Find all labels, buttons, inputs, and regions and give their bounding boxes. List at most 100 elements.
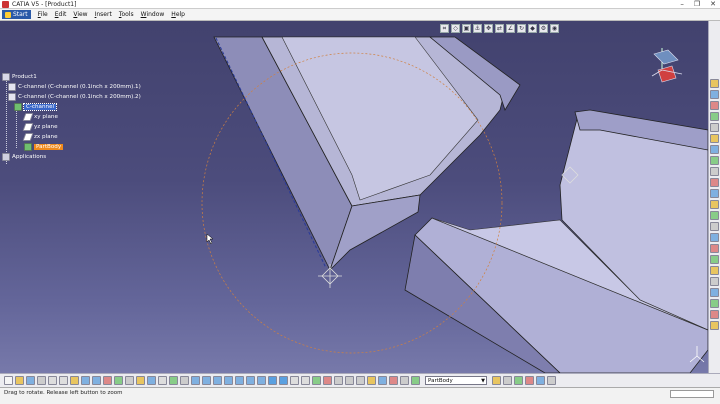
constraint-icon[interactable] [400, 376, 409, 385]
insert-body-icon[interactable] [411, 376, 420, 385]
tree-node-xy-plane[interactable]: xy plane [2, 112, 142, 122]
thick-surface-icon[interactable] [710, 222, 719, 231]
menu-tools[interactable]: Tools [119, 11, 134, 18]
tree-node-channel-1[interactable]: C-channel (C-channel (0.1inch x 200mm).1… [2, 82, 142, 92]
tree-node-partbody[interactable]: PartBody [2, 142, 142, 152]
fly-mode-icon[interactable] [191, 376, 200, 385]
menu-edit[interactable]: Edit [55, 11, 67, 18]
pad-icon[interactable] [710, 90, 719, 99]
scan-icon[interactable] [536, 376, 545, 385]
copy-icon[interactable] [59, 376, 68, 385]
menu-view[interactable]: View [73, 11, 87, 18]
rotate-icon[interactable] [224, 376, 233, 385]
split-icon[interactable] [710, 211, 719, 220]
render-tool-button[interactable]: ◉ [550, 24, 559, 33]
zoom-in-icon[interactable] [235, 376, 244, 385]
tree-node-channel-2[interactable]: C-channel (C-channel (0.1inch x 200mm).2… [2, 92, 142, 102]
whats-this-icon[interactable] [103, 376, 112, 385]
plane-tool-icon[interactable] [356, 376, 365, 385]
define-in-work-object-icon[interactable] [547, 376, 556, 385]
pocket-icon[interactable] [710, 101, 719, 110]
design-table-icon[interactable] [169, 376, 178, 385]
law-icon[interactable] [158, 376, 167, 385]
normal-view-icon[interactable] [257, 376, 266, 385]
knowledge-icon[interactable] [136, 376, 145, 385]
command-input[interactable] [670, 390, 714, 398]
tree-node-applications[interactable]: Applications [2, 152, 142, 162]
render-style-icon[interactable] [503, 376, 512, 385]
boolean-icon[interactable] [710, 233, 719, 242]
close-button[interactable]: ✕ [710, 0, 716, 9]
apply-material-tool-icon[interactable] [492, 376, 501, 385]
measure-inertia-icon[interactable] [378, 376, 387, 385]
shading-icon[interactable] [279, 376, 288, 385]
line-icon[interactable] [345, 376, 354, 385]
paste-icon[interactable] [70, 376, 79, 385]
swap-visible-space-icon[interactable] [301, 376, 310, 385]
settings-tool-button[interactable]: ⚙ [539, 24, 548, 33]
layer-icon[interactable] [514, 376, 523, 385]
scale-icon[interactable] [710, 200, 719, 209]
shaft-icon[interactable] [710, 112, 719, 121]
multi-section-icon[interactable] [710, 299, 719, 308]
graphic-properties-icon[interactable] [525, 376, 534, 385]
measure-icon[interactable] [367, 376, 376, 385]
formula-icon[interactable] [147, 376, 156, 385]
menu-help[interactable]: Help [171, 11, 185, 18]
rib-icon[interactable] [710, 266, 719, 275]
groove-icon[interactable] [710, 310, 719, 319]
slot-icon[interactable] [710, 277, 719, 286]
catalog-icon[interactable] [180, 376, 189, 385]
snap-tool-button[interactable]: ◇ [451, 24, 460, 33]
undo-icon[interactable] [81, 376, 90, 385]
hide-show-icon[interactable] [290, 376, 299, 385]
apply-material-icon[interactable] [710, 321, 719, 330]
tree-node-zx-plane[interactable]: zx plane [2, 132, 142, 142]
menu-file[interactable]: File [38, 11, 48, 18]
compass-icon[interactable] [648, 44, 688, 86]
menu-window[interactable]: Window [141, 11, 165, 18]
remove-icon[interactable] [710, 244, 719, 253]
update-tool-button[interactable]: ↻ [517, 24, 526, 33]
open-file-icon[interactable] [15, 376, 24, 385]
shell-icon[interactable] [710, 167, 719, 176]
fix-tool-button[interactable]: ⚓ [473, 24, 482, 33]
partbody-select[interactable]: PartBody ▼ [425, 376, 487, 385]
menu-start[interactable]: Start [2, 10, 31, 19]
fillet-icon[interactable] [710, 134, 719, 143]
print-icon[interactable] [37, 376, 46, 385]
angle-tool-button[interactable]: ∠ [506, 24, 515, 33]
pattern-icon[interactable] [710, 189, 719, 198]
redo-icon[interactable] [92, 376, 101, 385]
offset-tool-button[interactable]: ⇄ [495, 24, 504, 33]
chamfer-icon[interactable] [710, 145, 719, 154]
draft-icon[interactable] [710, 156, 719, 165]
sketch-icon[interactable] [710, 79, 719, 88]
tree-node-part[interactable]: C-channel [2, 102, 142, 112]
update-icon[interactable] [114, 376, 123, 385]
cut-icon[interactable] [48, 376, 57, 385]
macro-icon[interactable] [125, 376, 134, 385]
product-tool-button[interactable]: ◆ [528, 24, 537, 33]
hole-icon[interactable] [710, 123, 719, 132]
save-icon[interactable] [26, 376, 35, 385]
pan-icon[interactable] [213, 376, 222, 385]
menu-insert[interactable]: Insert [95, 11, 112, 18]
analysis-icon[interactable] [389, 376, 398, 385]
constraint-tool-button[interactable]: ▣ [462, 24, 471, 33]
tree-node-yz-plane[interactable]: yz plane [2, 122, 142, 132]
measure-tool-button[interactable]: ⌗ [440, 24, 449, 33]
new-file-icon[interactable] [4, 376, 13, 385]
tree-node-product[interactable]: Product1 [2, 72, 142, 82]
iso-view-icon[interactable] [268, 376, 277, 385]
manipulation-tool-button[interactable]: ✥ [484, 24, 493, 33]
minimize-button[interactable]: – [680, 0, 684, 9]
axis-system-icon[interactable] [323, 376, 332, 385]
sketcher-icon[interactable] [312, 376, 321, 385]
point-icon[interactable] [334, 376, 343, 385]
zoom-out-icon[interactable] [246, 376, 255, 385]
stiffener-icon[interactable] [710, 288, 719, 297]
thread-icon[interactable] [710, 255, 719, 264]
maximize-button[interactable]: ❐ [694, 0, 700, 9]
fit-all-icon[interactable] [202, 376, 211, 385]
